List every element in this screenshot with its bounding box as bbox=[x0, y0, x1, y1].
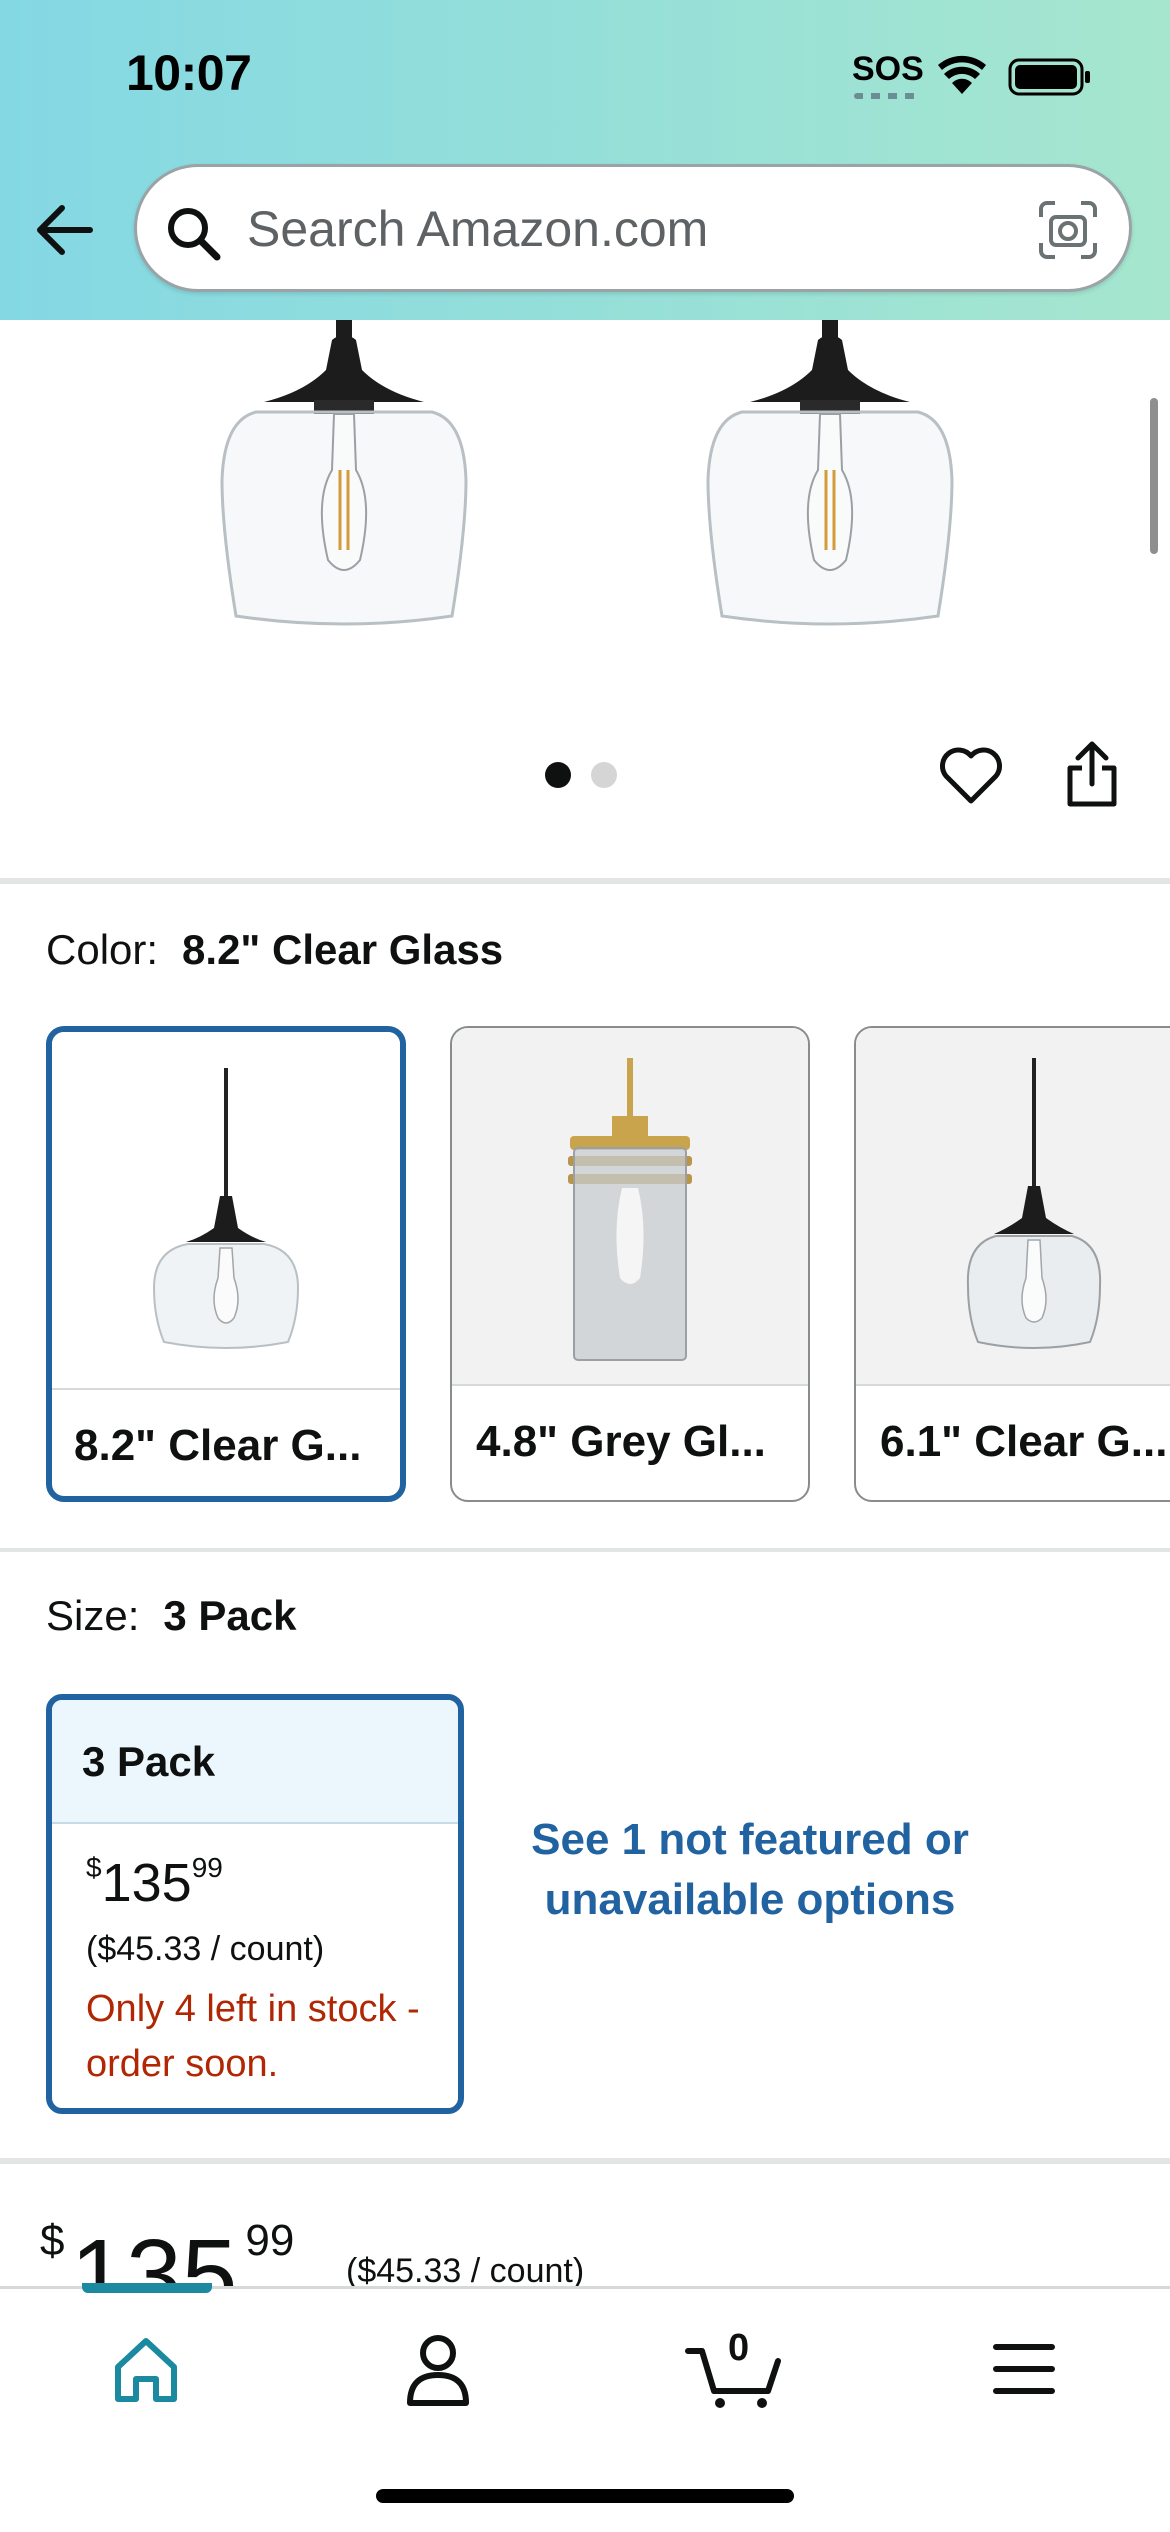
share-icon[interactable] bbox=[1064, 740, 1120, 808]
status-time: 10:07 bbox=[126, 45, 252, 101]
pendant-lamp-image bbox=[568, 1058, 692, 1361]
color-option-label: 6.1" Clear G... bbox=[880, 1417, 1168, 1466]
swatch-image bbox=[52, 1032, 400, 1388]
color-value: 8.2" Clear Glass bbox=[182, 926, 504, 973]
swatch-image bbox=[452, 1028, 808, 1384]
color-label: Color: bbox=[46, 926, 159, 973]
currency-symbol: $ bbox=[40, 2216, 65, 2265]
sos-indicator: SOS bbox=[852, 50, 924, 88]
scroll-indicator[interactable] bbox=[1150, 398, 1158, 554]
size-option-price: $13599 bbox=[86, 1852, 223, 1914]
search-bar[interactable] bbox=[134, 164, 1132, 292]
price-cents: 99 bbox=[245, 2216, 295, 2265]
section-divider bbox=[0, 2158, 1170, 2164]
battery-icon bbox=[1008, 58, 1090, 96]
color-option-swatch[interactable]: 8.2" Clear G... bbox=[46, 1026, 406, 1502]
section-divider bbox=[0, 1548, 1170, 1552]
price-cents: 99 bbox=[191, 1852, 223, 1883]
app-header: 10:07 SOS bbox=[0, 0, 1170, 320]
size-option-unit-price: ($45.33 / count) bbox=[86, 1930, 325, 1968]
size-option-card[interactable]: 3 Pack $13599 ($45.33 / count) Only 4 le… bbox=[46, 1694, 464, 2114]
color-option-swatch[interactable]: 6.1" Clear G... bbox=[854, 1026, 1170, 1502]
wifi-icon bbox=[938, 55, 986, 94]
back-arrow-icon[interactable] bbox=[30, 198, 100, 262]
account-icon[interactable] bbox=[388, 2329, 488, 2409]
heart-icon[interactable] bbox=[938, 746, 1004, 806]
color-row: Color: 8.2" Clear Glass bbox=[46, 926, 503, 974]
search-icon[interactable] bbox=[163, 203, 223, 263]
home-icon[interactable] bbox=[96, 2329, 196, 2409]
see-unavailable-options-link[interactable]: See 1 not featured or unavailable option… bbox=[520, 1810, 980, 1930]
home-indicator-bar[interactable] bbox=[376, 2489, 794, 2503]
size-row: Size: 3 Pack bbox=[46, 1592, 297, 1640]
pendant-lamp-image bbox=[152, 1068, 300, 1349]
image-pagination-dots[interactable] bbox=[545, 760, 617, 790]
active-tab-indicator bbox=[82, 2283, 212, 2293]
camera-icon[interactable] bbox=[1037, 199, 1099, 261]
bottom-navigation-bar: 0 bbox=[0, 2283, 1170, 2532]
pendant-lamp-image bbox=[966, 1058, 1102, 1349]
size-option-title: 3 Pack bbox=[52, 1700, 458, 1824]
search-input[interactable] bbox=[247, 197, 987, 261]
pendant-lamp-image bbox=[220, 320, 468, 626]
swatch-image bbox=[856, 1028, 1170, 1384]
stock-warning: Only 4 left in stock - order soon. bbox=[86, 1988, 420, 2085]
cart-count-badge: 0 bbox=[728, 2327, 750, 2369]
price-whole: 135 bbox=[101, 1853, 192, 1913]
color-option-label: 4.8" Grey Gl... bbox=[476, 1417, 766, 1466]
currency-symbol: $ bbox=[86, 1852, 102, 1883]
color-option-swatch[interactable]: 4.8" Grey Gl... bbox=[450, 1026, 810, 1502]
pagination-dot[interactable] bbox=[591, 762, 617, 788]
size-label: Size: bbox=[46, 1592, 140, 1639]
pagination-dot-active[interactable] bbox=[545, 762, 571, 788]
menu-icon[interactable] bbox=[974, 2329, 1074, 2409]
size-value: 3 Pack bbox=[163, 1592, 297, 1639]
color-option-label: 8.2" Clear G... bbox=[74, 1421, 362, 1470]
sos-dots bbox=[854, 93, 916, 99]
pendant-lamp-image bbox=[706, 320, 954, 626]
section-divider bbox=[0, 878, 1170, 884]
